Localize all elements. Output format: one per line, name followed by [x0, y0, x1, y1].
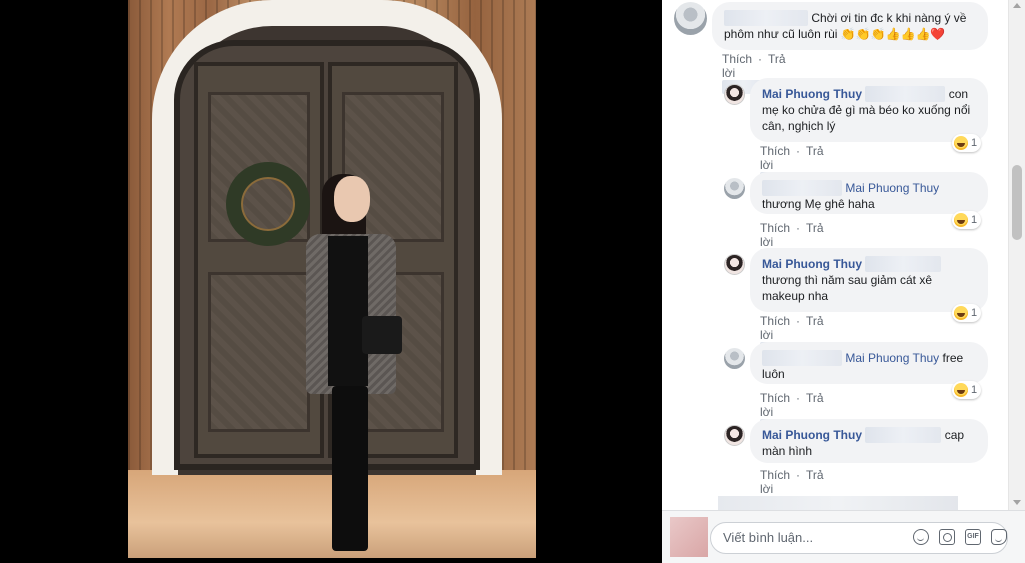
- avatar[interactable]: [724, 425, 745, 446]
- reaction-count: 1: [971, 384, 978, 396]
- reaction-badge[interactable]: 1: [952, 381, 982, 399]
- comments-panel: Chời ơi tin đc k khi nàng ý về phôm như …: [662, 0, 1025, 563]
- comment-text-start: cap: [944, 428, 965, 442]
- person: [288, 174, 402, 556]
- author-name[interactable]: Mai Phuong Thuy: [762, 87, 862, 101]
- avatar[interactable]: [724, 84, 745, 105]
- camera-icon[interactable]: [939, 529, 955, 545]
- blurred-tag: [865, 86, 946, 102]
- author-name[interactable]: Mai Phuong Thuy: [762, 428, 862, 442]
- like-link[interactable]: Thích: [760, 221, 790, 235]
- gif-icon[interactable]: GIF: [965, 529, 981, 545]
- comment-text-start: con: [948, 87, 969, 101]
- comment-bubble: Chời ơi tin đc k khi nàng ý về phôm như …: [712, 2, 988, 50]
- like-link[interactable]: Thích: [760, 314, 790, 328]
- haha-reaction-icon: [954, 136, 968, 150]
- comment-list: Chời ơi tin đc k khi nàng ý về phôm như …: [662, 0, 1008, 510]
- reaction-badge[interactable]: 1: [952, 134, 982, 152]
- sticker-icon[interactable]: [991, 529, 1007, 545]
- comment-bubble: Mai Phuong Thuy thương Mẹ ghê haha: [750, 172, 988, 214]
- comment-bubble: Mai Phuong Thuy thương thì năm sau giảm …: [750, 248, 988, 312]
- avatar[interactable]: [724, 254, 745, 275]
- blurred-tag: [865, 256, 942, 272]
- reaction-badge[interactable]: 1: [952, 304, 982, 322]
- user-avatar: [670, 517, 708, 557]
- like-link[interactable]: Thích: [760, 144, 790, 158]
- avatar[interactable]: [724, 178, 745, 199]
- photo-viewer: [0, 0, 662, 563]
- scroll-thumb[interactable]: [1012, 165, 1022, 240]
- scroll-up-arrow-icon[interactable]: [1013, 3, 1021, 8]
- comment-bubble: Mai Phuong Thuy free luôn: [750, 342, 988, 384]
- comment-text: luôn: [762, 367, 785, 381]
- author-name[interactable]: Mai Phuong Thuy: [762, 257, 862, 271]
- like-link[interactable]: Thích: [760, 391, 790, 405]
- blurred-name: [762, 180, 842, 196]
- like-link[interactable]: Thích: [760, 468, 790, 482]
- reaction-count: 1: [971, 307, 978, 319]
- comment-text: mẹ ko chửa đẻ gì mà béo ko xuống nổi cân…: [762, 103, 971, 133]
- avatar[interactable]: [674, 2, 707, 35]
- reaction-count: 1: [971, 214, 978, 226]
- scroll-down-arrow-icon[interactable]: [1013, 500, 1021, 505]
- reaction-badge[interactable]: 1: [952, 211, 982, 229]
- mention-link[interactable]: Mai Phuong Thuy: [845, 351, 939, 365]
- comment-text: thương Mẹ ghê haha: [762, 197, 875, 211]
- comment-bubble: Mai Phuong Thuy cap màn hình: [750, 419, 988, 463]
- comment-composer: Viết bình luận... GIF: [662, 510, 1025, 563]
- composer-icons: GIF: [913, 529, 1007, 545]
- haha-reaction-icon: [954, 306, 968, 320]
- avatar[interactable]: [724, 348, 745, 369]
- scrollbar[interactable]: [1008, 0, 1025, 510]
- smile-icon[interactable]: [913, 529, 929, 545]
- comment-bubble: Mai Phuong Thuy con mẹ ko chửa đẻ gì mà …: [750, 78, 988, 142]
- blurred-name: [762, 350, 842, 366]
- comment-text: thương thì năm sau giảm cát xê makeup nh…: [762, 273, 932, 303]
- haha-reaction-icon: [954, 213, 968, 227]
- comment-text: màn hình: [762, 444, 813, 458]
- comment-text-start: free: [942, 351, 964, 365]
- mention-link[interactable]: Mai Phuong Thuy: [845, 181, 939, 195]
- blurred-tag: [865, 427, 942, 443]
- haha-reaction-icon: [954, 383, 968, 397]
- reaction-count: 1: [971, 137, 978, 149]
- blurred-more-comments[interactable]: [718, 496, 958, 510]
- blurred-name: [724, 10, 808, 26]
- post-photo[interactable]: [128, 0, 536, 558]
- emoji-string: 👏👏👏👍👍👍❤️: [840, 27, 946, 41]
- like-link[interactable]: Thích: [722, 52, 752, 66]
- comment-input-placeholder: Viết bình luận...: [723, 530, 814, 545]
